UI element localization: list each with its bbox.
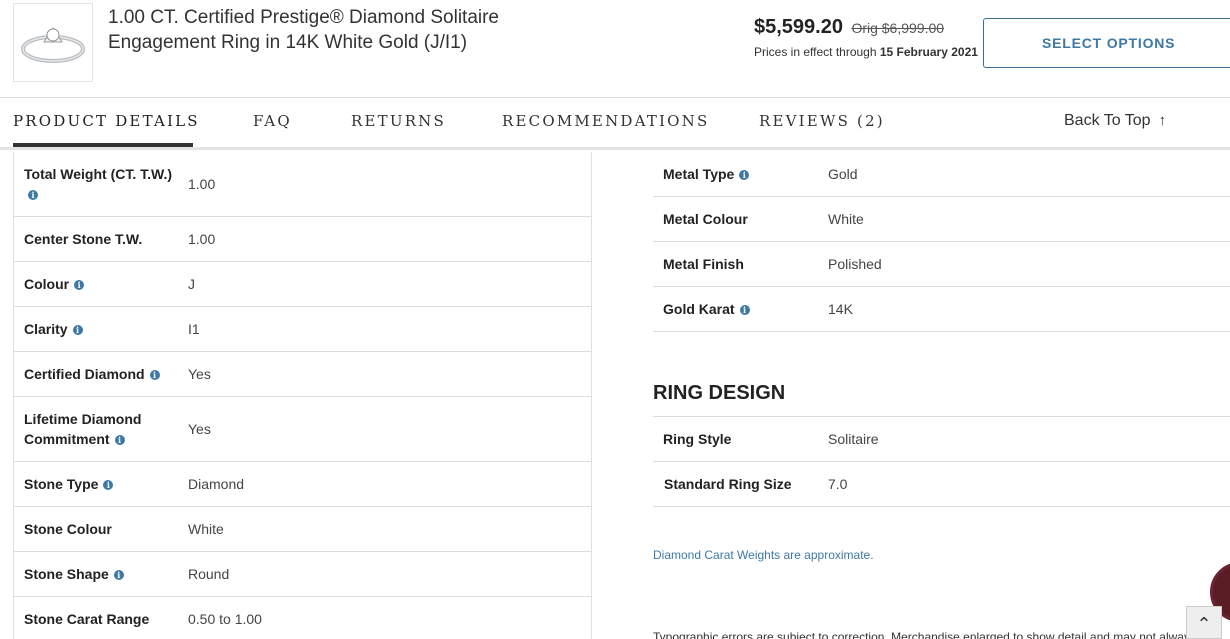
spec-value: Gold xyxy=(828,166,858,182)
table-row: Colour i J xyxy=(14,262,591,307)
table-row: Center Stone T.W. 1.00 xyxy=(14,217,591,262)
spec-value: 1.00 xyxy=(188,176,216,192)
product-header: 1.00 CT. Certified Prestige® Diamond Sol… xyxy=(0,0,1230,98)
tab-product-details[interactable]: PRODUCT DETAILS xyxy=(13,112,200,130)
back-to-top-label: Back To Top xyxy=(1064,112,1151,129)
info-icon[interactable]: i xyxy=(739,170,750,180)
info-icon[interactable]: i xyxy=(149,370,160,380)
spec-value: 1.00 xyxy=(188,231,216,247)
spec-label: Center Stone T.W. xyxy=(24,231,143,247)
table-row: Ring Style Solitaire xyxy=(653,417,1230,462)
sale-price: $5,599.20 xyxy=(754,16,843,38)
spec-label: Certified Diamond i xyxy=(24,364,160,384)
spec-value: 0.50 to 1.00 xyxy=(188,611,262,627)
spec-value: 7.0 xyxy=(828,476,848,492)
spec-value: I1 xyxy=(188,321,200,337)
table-row: Total Weight (CT. T.W.) i 1.00 xyxy=(14,152,591,217)
ring-design-heading: RING DESIGN xyxy=(653,382,786,404)
table-row: Metal Type i Gold xyxy=(653,152,1230,197)
price-note-date: 15 February 2021 xyxy=(879,45,978,59)
tab-faq[interactable]: FAQ xyxy=(253,112,292,130)
price-block: $5,599.20 Orig $6,999.00 Prices in effec… xyxy=(754,16,978,59)
ring-image-icon xyxy=(21,27,85,63)
spec-label: Stone Type i xyxy=(24,474,114,494)
info-icon[interactable]: i xyxy=(113,570,124,580)
ring-design-table: Ring Style Solitaire Standard Ring Size … xyxy=(653,416,1230,507)
tab-recommendations[interactable]: RECOMMENDATIONS xyxy=(502,112,709,130)
product-title: 1.00 CT. Certified Prestige® Diamond Sol… xyxy=(108,7,500,53)
spec-label: Metal Colour xyxy=(663,211,748,227)
table-row: Gold Karat i 14K xyxy=(653,287,1230,332)
tab-bar: PRODUCT DETAILS FAQ RETURNS RECOMMENDATI… xyxy=(0,98,1230,150)
typographic-disclaimer: Typographic errors are subject to correc… xyxy=(653,630,1190,639)
tab-returns[interactable]: RETURNS xyxy=(351,112,446,130)
spec-value: Round xyxy=(188,566,230,582)
info-icon[interactable]: i xyxy=(114,435,125,445)
arrow-up-icon: ↑ xyxy=(1158,112,1167,129)
table-row: Lifetime Diamond Commitment i Yes xyxy=(14,397,591,462)
metal-specs-table: Metal Type i Gold Metal Colour White Meta… xyxy=(653,152,1230,332)
table-row: Stone Shape i Round xyxy=(14,552,591,597)
back-to-top-link[interactable]: Back To Top ↑ xyxy=(1064,112,1166,130)
spec-label: Total Weight (CT. T.W.) i xyxy=(24,166,173,200)
spec-label: Metal Type i xyxy=(663,164,750,184)
table-row: Stone Carat Range 0.50 to 1.00 xyxy=(14,597,591,639)
spec-label: Stone Colour xyxy=(24,521,112,537)
spec-label: Clarity i xyxy=(24,319,83,339)
table-row: Stone Colour White xyxy=(14,507,591,552)
info-icon[interactable]: i xyxy=(74,280,85,290)
chevron-up-icon: ⌃ xyxy=(1196,614,1212,634)
spec-value: White xyxy=(188,521,224,537)
table-row: Stone Type i Diamond xyxy=(14,462,591,507)
info-icon[interactable]: i xyxy=(739,305,750,315)
info-icon[interactable]: i xyxy=(103,480,114,490)
tab-reviews[interactable]: REVIEWS (2) xyxy=(759,112,885,130)
table-row: Metal Colour White xyxy=(653,197,1230,242)
spec-value: 14K xyxy=(828,301,853,317)
spec-value: Diamond xyxy=(188,476,245,492)
table-row: Metal Finish Polished xyxy=(653,242,1230,287)
spec-label: Stone Shape i xyxy=(24,564,124,584)
spec-label: Colour i xyxy=(24,274,85,294)
spec-value: Yes xyxy=(188,366,211,382)
diamond-specs-table: Total Weight (CT. T.W.) i 1.00 Center Sto… xyxy=(13,152,592,639)
price-effective-note: Prices in effect through 15 February 202… xyxy=(754,45,978,59)
table-row: Clarity i I1 xyxy=(14,307,591,352)
spec-label: Ring Style xyxy=(663,431,732,447)
spec-label: Gold Karat i xyxy=(663,299,750,319)
spec-value: Solitaire xyxy=(828,431,879,447)
price-note-text: Prices in effect through xyxy=(754,45,880,59)
spec-value: Yes xyxy=(188,421,211,437)
carat-disclaimer: Diamond Carat Weights are approximate. xyxy=(653,548,874,562)
info-icon[interactable]: i xyxy=(28,190,38,200)
spec-value: J xyxy=(188,276,195,292)
spec-label: Stone Carat Range xyxy=(24,611,150,627)
select-options-button[interactable]: SELECT OPTIONS xyxy=(983,18,1230,68)
spec-label: Lifetime Diamond Commitment i xyxy=(24,411,142,447)
spec-label: Metal Finish xyxy=(663,256,744,272)
spec-value: Polished xyxy=(828,256,882,272)
table-row: Standard Ring Size 7.0 xyxy=(653,462,1230,507)
product-thumbnail[interactable] xyxy=(13,3,93,82)
table-row: Certified Diamond i Yes xyxy=(14,352,591,397)
spec-value: White xyxy=(828,211,864,227)
spec-label: Standard Ring Size xyxy=(664,476,792,492)
info-icon[interactable]: i xyxy=(72,325,83,335)
active-tab-indicator xyxy=(13,143,193,147)
original-price: Orig $6,999.00 xyxy=(851,20,945,36)
scroll-to-top-button[interactable]: ⌃ xyxy=(1186,606,1222,639)
